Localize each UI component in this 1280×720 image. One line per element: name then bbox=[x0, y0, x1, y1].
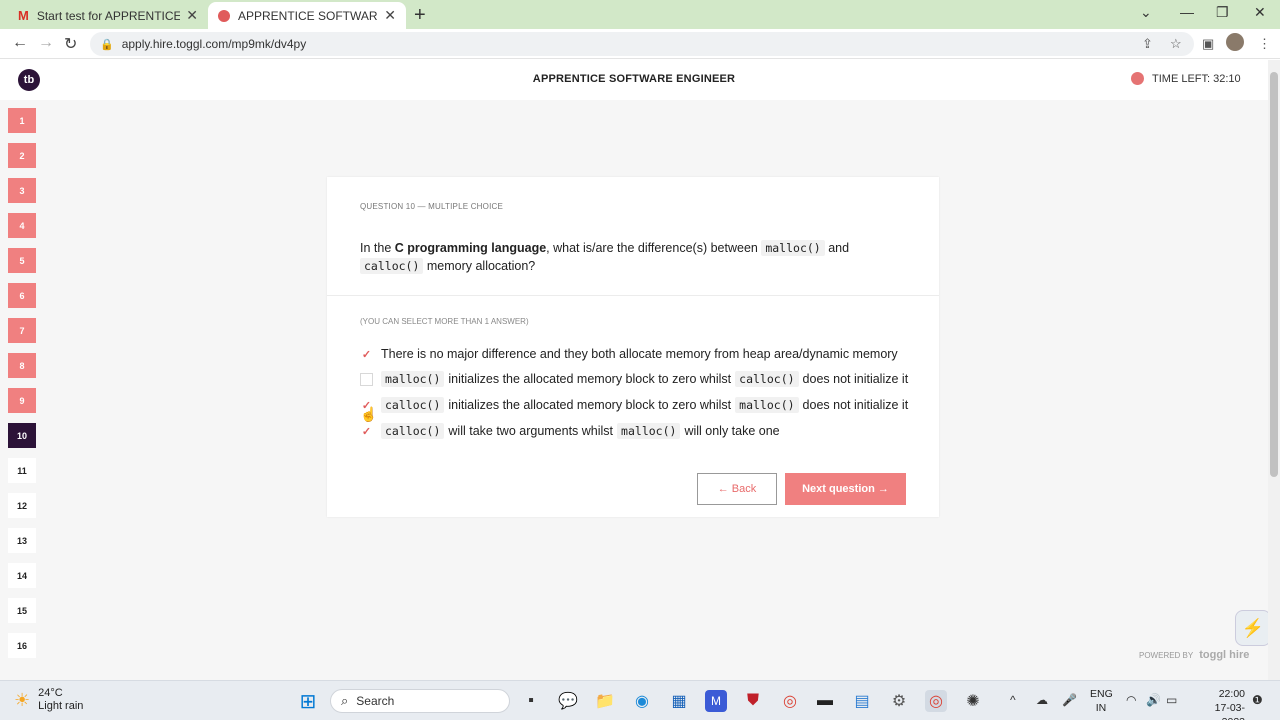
weather-icon: ☀ bbox=[14, 689, 31, 710]
language-indicator[interactable]: ENG IN bbox=[1090, 687, 1113, 715]
weather-widget[interactable]: ☀ 24°C Light rain bbox=[14, 687, 83, 713]
question-nav-item[interactable]: 13 bbox=[8, 528, 36, 553]
notepad-icon[interactable]: ▤ bbox=[851, 690, 873, 712]
minimize-icon[interactable]: — bbox=[1180, 4, 1194, 20]
file-explorer-icon[interactable]: 📁 bbox=[594, 690, 616, 712]
sidebar-icon[interactable]: ▣ bbox=[1202, 36, 1214, 52]
microphone-icon[interactable]: 🎤 bbox=[1062, 693, 1077, 707]
search-icon: ⌕ bbox=[341, 693, 349, 708]
restore-icon[interactable]: ❐ bbox=[1216, 4, 1229, 21]
checkbox-unchecked[interactable] bbox=[360, 372, 373, 386]
edge-icon[interactable]: ◉ bbox=[631, 690, 653, 712]
question-nav-item[interactable]: 1 bbox=[8, 108, 36, 133]
question-nav-item[interactable]: 12 bbox=[8, 493, 36, 518]
gmail-icon: M bbox=[18, 8, 29, 23]
answer-option[interactable]: malloc() initializes the allocated memor… bbox=[360, 369, 908, 389]
close-tab-icon[interactable]: ✕ bbox=[186, 7, 198, 24]
browser-toolbar: ← → ↻ 🔒 apply.hire.toggl.com/mp9mk/dv4py… bbox=[0, 29, 1280, 59]
settings-gear-icon[interactable]: ⚙ bbox=[888, 690, 910, 712]
share-icon[interactable]: ⇪ bbox=[1142, 36, 1153, 52]
mcafee-icon[interactable]: ⛊ bbox=[742, 690, 764, 712]
tab-title: APPRENTICE SOFTWARE ENGINEER bbox=[238, 8, 378, 23]
tab-search-icon[interactable]: ⌄ bbox=[1140, 4, 1152, 21]
clock-icon bbox=[1131, 72, 1144, 85]
browser-tabstrip: M Start test for APPRENTICE SOFTWARE ✕ A… bbox=[0, 0, 1280, 29]
taskbar-clock[interactable]: 22:00 17-03-2023 bbox=[1200, 687, 1245, 720]
question-nav-item[interactable]: 8 bbox=[8, 353, 36, 378]
floating-widget-icon[interactable]: ⚡ bbox=[1235, 610, 1271, 646]
mouse-pointer-icon: ☝ bbox=[360, 406, 378, 422]
question-nav-item[interactable]: 7 bbox=[8, 318, 36, 343]
window-close-icon[interactable]: ✕ bbox=[1254, 4, 1266, 21]
question-text: In the C programming language, what is/a… bbox=[360, 240, 850, 274]
answer-option[interactable]: ✓ There is no major difference and they … bbox=[360, 344, 898, 364]
windows-start-icon[interactable]: ⊞ bbox=[297, 690, 319, 713]
answer-option[interactable]: ✓ calloc() initializes the allocated mem… bbox=[360, 395, 908, 415]
powered-by: POWERED BY toggl hire bbox=[1139, 649, 1250, 661]
question-nav-item[interactable]: 15 bbox=[8, 598, 36, 623]
store-icon[interactable]: ▦ bbox=[668, 690, 690, 712]
close-tab-icon[interactable]: ✕ bbox=[384, 7, 396, 24]
forward-arrow-icon[interactable]: → bbox=[38, 34, 54, 52]
tray-chevron-icon[interactable]: ^ bbox=[1010, 693, 1016, 707]
question-nav-item[interactable]: 5 bbox=[8, 248, 36, 273]
question-nav-item[interactable]: 4 bbox=[8, 213, 36, 238]
address-bar[interactable]: 🔒 apply.hire.toggl.com/mp9mk/dv4py bbox=[90, 32, 1194, 56]
chrome-active-icon[interactable]: ◎ bbox=[925, 690, 947, 712]
back-button[interactable]: ← Back bbox=[697, 473, 777, 505]
toggl-favicon-icon bbox=[218, 9, 230, 22]
new-tab-icon[interactable]: + bbox=[414, 4, 426, 27]
test-title: APPRENTICE SOFTWARE ENGINEER bbox=[532, 73, 736, 85]
checkbox-checked[interactable]: ✓ bbox=[360, 425, 373, 438]
onedrive-icon[interactable]: ☁ bbox=[1036, 693, 1048, 707]
volume-icon[interactable]: 🔊 bbox=[1146, 693, 1161, 707]
lock-icon: 🔒 bbox=[100, 38, 114, 51]
app-header: tb APPRENTICE SOFTWARE ENGINEER TIME LEF… bbox=[0, 60, 1268, 100]
taskbar-search[interactable]: ⌕ Search bbox=[330, 689, 510, 713]
question-nav-item[interactable]: 11 bbox=[8, 458, 36, 483]
browser-tab-start-test[interactable]: M Start test for APPRENTICE SOFTWARE ✕ bbox=[8, 2, 208, 29]
tab-title: Start test for APPRENTICE SOFTWARE bbox=[36, 8, 181, 23]
timer: TIME LEFT: 32:10 bbox=[1131, 72, 1241, 85]
task-view-icon[interactable]: ▪ bbox=[520, 690, 542, 712]
url-text: apply.hire.toggl.com/mp9mk/dv4py bbox=[121, 37, 307, 51]
time-left-text: TIME LEFT: 32:10 bbox=[1152, 72, 1241, 85]
terminal-icon[interactable]: ▬ bbox=[814, 690, 836, 712]
profile-avatar[interactable] bbox=[1226, 33, 1244, 51]
question-nav-item-current[interactable]: 10 bbox=[8, 423, 36, 448]
app-icon[interactable]: M bbox=[705, 690, 727, 712]
question-nav-item[interactable]: 14 bbox=[8, 563, 36, 588]
answer-option[interactable]: ✓ calloc() will take two arguments whils… bbox=[360, 421, 780, 441]
teams-chat-icon[interactable]: 💬 bbox=[557, 690, 579, 712]
question-nav-item[interactable]: 6 bbox=[8, 283, 36, 308]
battery-icon[interactable]: ▭ bbox=[1166, 693, 1177, 707]
app-extra-icon[interactable]: ✺ bbox=[962, 690, 984, 712]
checkbox-checked[interactable]: ✓ bbox=[360, 348, 373, 361]
question-label: QUESTION 10 — MULTIPLE CHOICE bbox=[360, 202, 504, 211]
wifi-icon[interactable]: ◠ bbox=[1126, 693, 1136, 707]
back-arrow-icon[interactable]: ← bbox=[12, 34, 28, 52]
question-nav-item[interactable]: 2 bbox=[8, 143, 36, 168]
browser-tab-active[interactable]: APPRENTICE SOFTWARE ENGINEER ✕ bbox=[208, 2, 406, 29]
notification-icon[interactable]: ❶ bbox=[1252, 693, 1263, 707]
windows-taskbar: ☀ 24°C Light rain ⊞ ⌕ Search ▪ 💬 📁 ◉ ▦ M… bbox=[0, 680, 1280, 720]
reload-icon[interactable]: ↻ bbox=[64, 34, 77, 54]
divider bbox=[327, 295, 939, 296]
question-nav-item[interactable]: 16 bbox=[8, 633, 36, 658]
select-hint: (YOU CAN SELECT MORE THAN 1 ANSWER) bbox=[360, 317, 529, 326]
bookmark-star-icon[interactable]: ☆ bbox=[1170, 36, 1182, 52]
menu-kebab-icon[interactable]: ⋮ bbox=[1258, 36, 1271, 52]
question-card: QUESTION 10 — MULTIPLE CHOICE In the C p… bbox=[327, 177, 939, 517]
question-nav-item[interactable]: 9 bbox=[8, 388, 36, 413]
scrollbar-thumb[interactable] bbox=[1270, 72, 1278, 477]
next-question-button[interactable]: Next question → bbox=[785, 473, 906, 505]
toggl-hire-logo: toggl hire bbox=[1199, 649, 1250, 661]
chrome-icon[interactable]: ◎ bbox=[779, 690, 801, 712]
question-nav-item[interactable]: 3 bbox=[8, 178, 36, 203]
